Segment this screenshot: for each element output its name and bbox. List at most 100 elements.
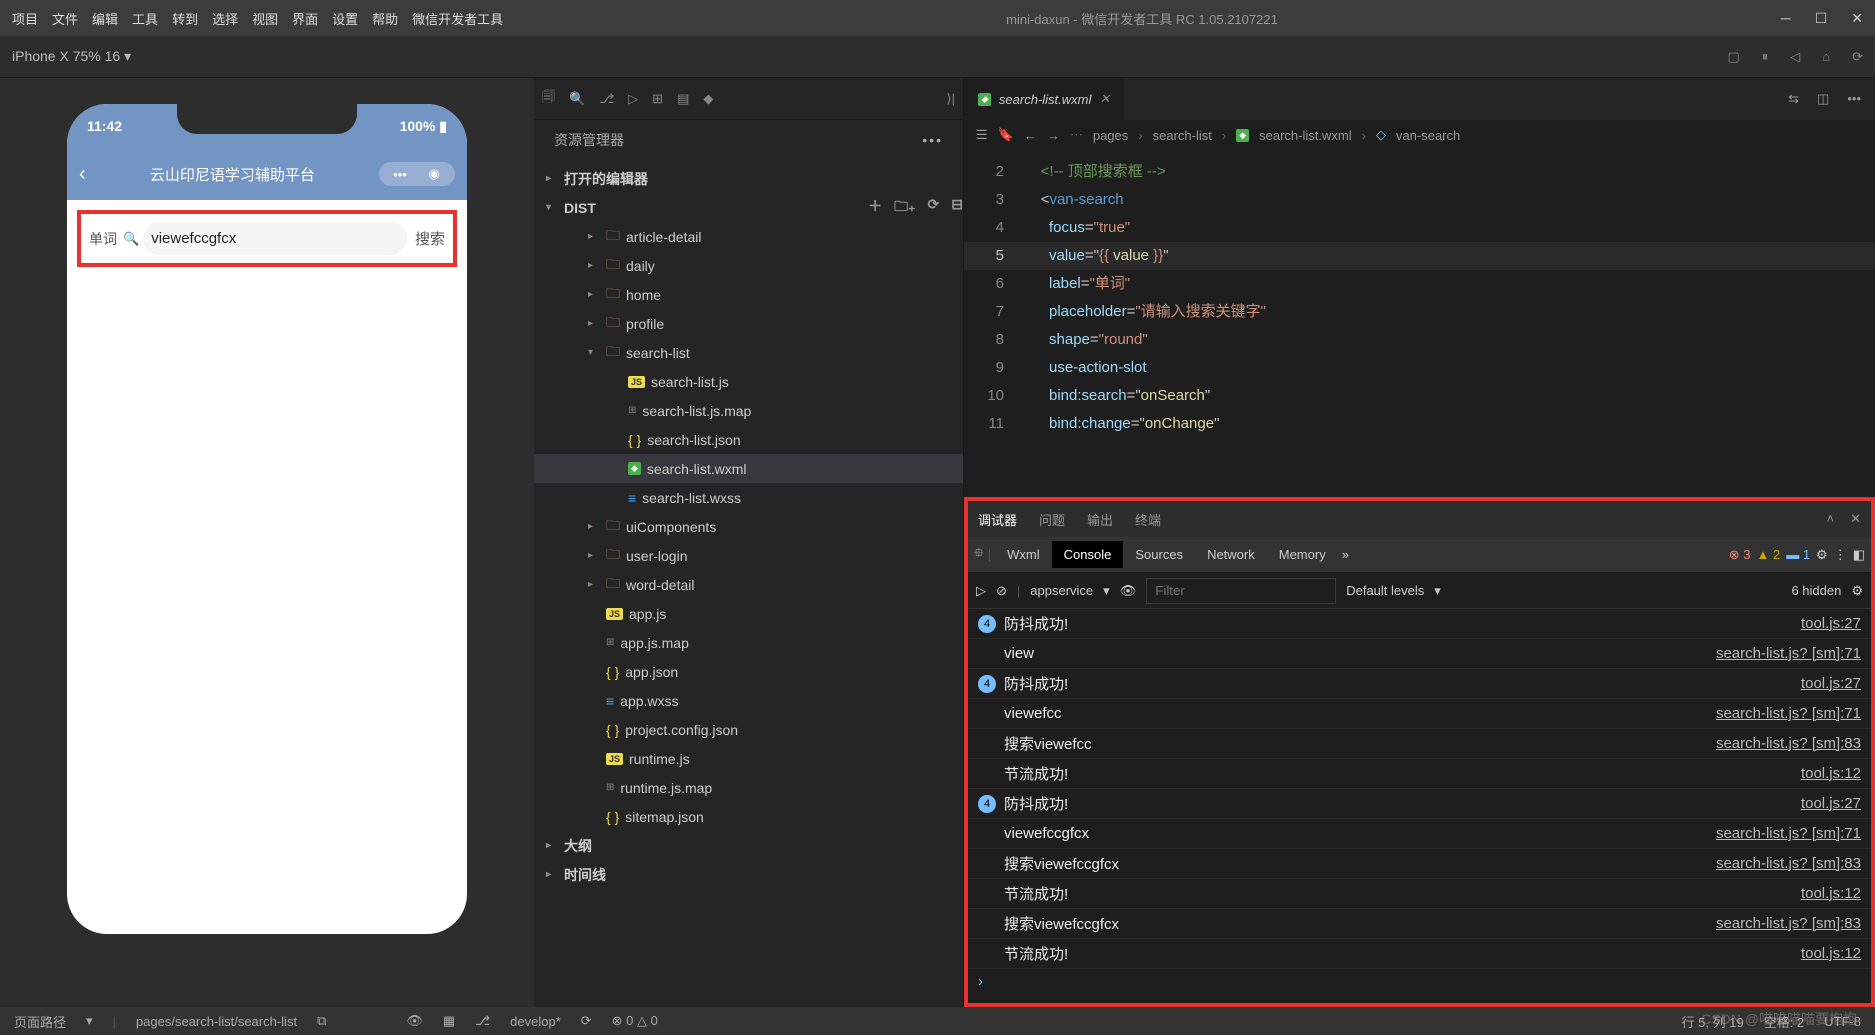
main-menu[interactable]: 项目文件编辑工具转到选择视图界面设置帮助微信开发者工具 [12, 9, 503, 28]
tree-item[interactable]: JSsearch-list.js [534, 367, 963, 396]
device-selector[interactable]: iPhone X 75% 16 ▾ [12, 48, 131, 65]
devtools-tabs[interactable]: ⯐ | WxmlConsoleSourcesNetworkMemory » ⊗ … [968, 537, 1871, 573]
file-tree[interactable]: ▸打开的编辑器 ▾DIST ＋ 🗀₊ ⟳ ⊟ ▸🗀article-detail▸… [534, 160, 963, 1007]
search-input[interactable] [143, 222, 407, 255]
collapse-icon[interactable]: ⟩| [947, 91, 955, 107]
tree-item[interactable]: ◆search-list.wxml [534, 454, 963, 483]
menu-item[interactable]: 编辑 [92, 9, 118, 28]
menu-item[interactable]: 转到 [172, 9, 198, 28]
more-icon[interactable]: ••• [387, 167, 413, 182]
layout-icon[interactable]: ▦ [443, 1013, 455, 1029]
new-folder-icon[interactable]: 🗀₊ [894, 196, 915, 220]
breadcrumb[interactable]: ☰ 🔖 ← → ⋯ pages› search-list› ◆search-li… [964, 120, 1875, 150]
console-log[interactable]: 节流成功!tool.js:12 [968, 939, 1871, 969]
console-log[interactable]: 搜索viewefccgfcxsearch-list.js? [sm]:83 [968, 849, 1871, 879]
devtool-tab[interactable]: Console [1052, 541, 1124, 568]
tree-item[interactable]: ⊞search-list.js.map [534, 396, 963, 425]
pause-icon[interactable]: ⏸ [1762, 49, 1769, 65]
console-log[interactable]: viewsearch-list.js? [sm]:71 [968, 639, 1871, 669]
window-controls[interactable]: ─ ☐ ✕ [1781, 10, 1863, 27]
console-log[interactable]: 搜索viewefccgfcxsearch-list.js? [sm]:83 [968, 909, 1871, 939]
refresh-tree-icon[interactable]: ⟳ [928, 196, 940, 220]
problems-count[interactable]: ⊗ 0 △ 0 [612, 1013, 658, 1029]
play-icon[interactable]: ▷ [976, 583, 986, 599]
console-log[interactable]: 节流成功!tool.js:12 [968, 759, 1871, 789]
search-button[interactable]: 搜索 [415, 228, 445, 249]
menu-item[interactable]: 选择 [212, 9, 238, 28]
menu-item[interactable]: 界面 [292, 9, 318, 28]
menu-item[interactable]: 帮助 [372, 9, 398, 28]
tree-item[interactable]: ⊞app.js.map [534, 628, 963, 657]
debug-icon[interactable]: ▷ [628, 91, 638, 107]
status-bar[interactable]: 页面路径 ▾| pages/search-list/search-list ⧉ … [0, 1007, 1875, 1035]
tree-item[interactable]: ⊞runtime.js.map [534, 773, 963, 802]
devtool-tab[interactable]: Sources [1123, 541, 1195, 568]
tree-item[interactable]: ≡search-list.wxss [534, 483, 963, 512]
branch-icon[interactable]: ⎇ [475, 1013, 490, 1029]
docker-icon[interactable]: ◆ [703, 91, 713, 107]
refresh-icon[interactable]: ⟳ [1852, 49, 1863, 65]
tree-item[interactable]: ▸🗀home [534, 280, 963, 309]
dock-icon[interactable]: ◧ [1853, 547, 1865, 563]
sync-icon[interactable]: ⟳ [581, 1013, 592, 1029]
split-icon[interactable]: ◫ [1817, 91, 1829, 107]
section-outline[interactable]: 大纲 [564, 836, 592, 856]
console-log[interactable]: 搜索viewefccsearch-list.js? [sm]:83 [968, 729, 1871, 759]
menu-item[interactable]: 设置 [332, 9, 358, 28]
menu-item[interactable]: 项目 [12, 9, 38, 28]
gear-icon[interactable]: ⚙ [1816, 547, 1828, 563]
filter-input[interactable] [1146, 578, 1336, 604]
path-value[interactable]: pages/search-list/search-list [136, 1014, 297, 1029]
menu-item[interactable]: 视图 [252, 9, 278, 28]
console-log[interactable]: viewefccgfcxsearch-list.js? [sm]:71 [968, 819, 1871, 849]
panel-up-icon[interactable]: ˄ [1827, 511, 1835, 527]
devtool-tab[interactable]: Memory [1267, 541, 1338, 568]
dbg-tab[interactable]: 终端 [1135, 510, 1161, 529]
debugger-tabs[interactable]: 调试器 问题 输出 终端 ˄ ✕ [968, 501, 1871, 537]
context-selector[interactable]: appservice [1030, 583, 1093, 598]
dbg-tab[interactable]: 调试器 [978, 510, 1017, 529]
copy-icon[interactable]: ⧉ [317, 1013, 326, 1029]
branch-icon[interactable]: ⎇ [599, 91, 614, 107]
console-log[interactable]: 4防抖成功!tool.js:27 [968, 789, 1871, 819]
ext-icon[interactable]: ⊞ [652, 91, 663, 107]
console-filterbar[interactable]: ▷ ⊘ | appservice ▾ 👁 Default levels ▾ 6 … [968, 573, 1871, 609]
kebab-icon[interactable]: ⋮ [1834, 547, 1847, 563]
clear-icon[interactable]: ⊘ [996, 583, 1007, 599]
panel-close-icon[interactable]: ✕ [1850, 511, 1861, 527]
devtool-tab[interactable]: Wxml [995, 541, 1052, 568]
capsule[interactable]: ••• ◉ [379, 162, 455, 186]
menu-item[interactable]: 工具 [132, 9, 158, 28]
home-icon[interactable]: ⌂ [1822, 49, 1830, 65]
dbg-tab[interactable]: 问题 [1039, 510, 1065, 529]
tree-item[interactable]: ▾🗀search-list [534, 338, 963, 367]
new-file-icon[interactable]: ＋ [868, 196, 882, 220]
console-log[interactable]: 节流成功!tool.js:12 [968, 879, 1871, 909]
gear-icon[interactable]: ⚙ [1851, 583, 1863, 599]
error-badge[interactable]: ⊗ 3 [1729, 547, 1751, 563]
arrow-right-icon[interactable]: → [1047, 128, 1060, 143]
minimize-icon[interactable]: ─ [1781, 10, 1791, 27]
bookmark-icon[interactable]: 🔖 [998, 127, 1014, 143]
tree-item[interactable]: ▸🗀word-detail [534, 570, 963, 599]
term-icon[interactable]: ▤ [677, 91, 689, 107]
dbg-tab[interactable]: 输出 [1087, 510, 1113, 529]
tree-item[interactable]: ▸🗀user-login [534, 541, 963, 570]
compare-icon[interactable]: ⇆ [1788, 91, 1799, 107]
console-output[interactable]: 4防抖成功!tool.js:27viewsearch-list.js? [sm]… [968, 609, 1871, 1003]
tree-item[interactable]: ▸🗀daily [534, 251, 963, 280]
tab-search-list-wxml[interactable]: ◆ search-list.wxml ✕ [964, 78, 1125, 120]
section-timeline[interactable]: 时间线 [564, 865, 606, 885]
list-icon[interactable]: ☰ [976, 127, 988, 143]
console-log[interactable]: 4防抖成功!tool.js:27 [968, 669, 1871, 699]
tree-item[interactable]: { }search-list.json [534, 425, 963, 454]
editor-tabs[interactable]: ◆ search-list.wxml ✕ ⇆ ◫ ••• [964, 78, 1875, 120]
target-icon[interactable]: ◉ [421, 166, 447, 182]
tree-item[interactable]: { }app.json [534, 657, 963, 686]
branch-name[interactable]: develop* [510, 1014, 561, 1029]
console-log[interactable]: viewefccsearch-list.js? [sm]:71 [968, 699, 1871, 729]
tree-item[interactable]: { }project.config.json [534, 715, 963, 744]
menu-item[interactable]: 微信开发者工具 [412, 9, 503, 28]
maximize-icon[interactable]: ☐ [1815, 10, 1828, 27]
menu-item[interactable]: 文件 [52, 9, 78, 28]
